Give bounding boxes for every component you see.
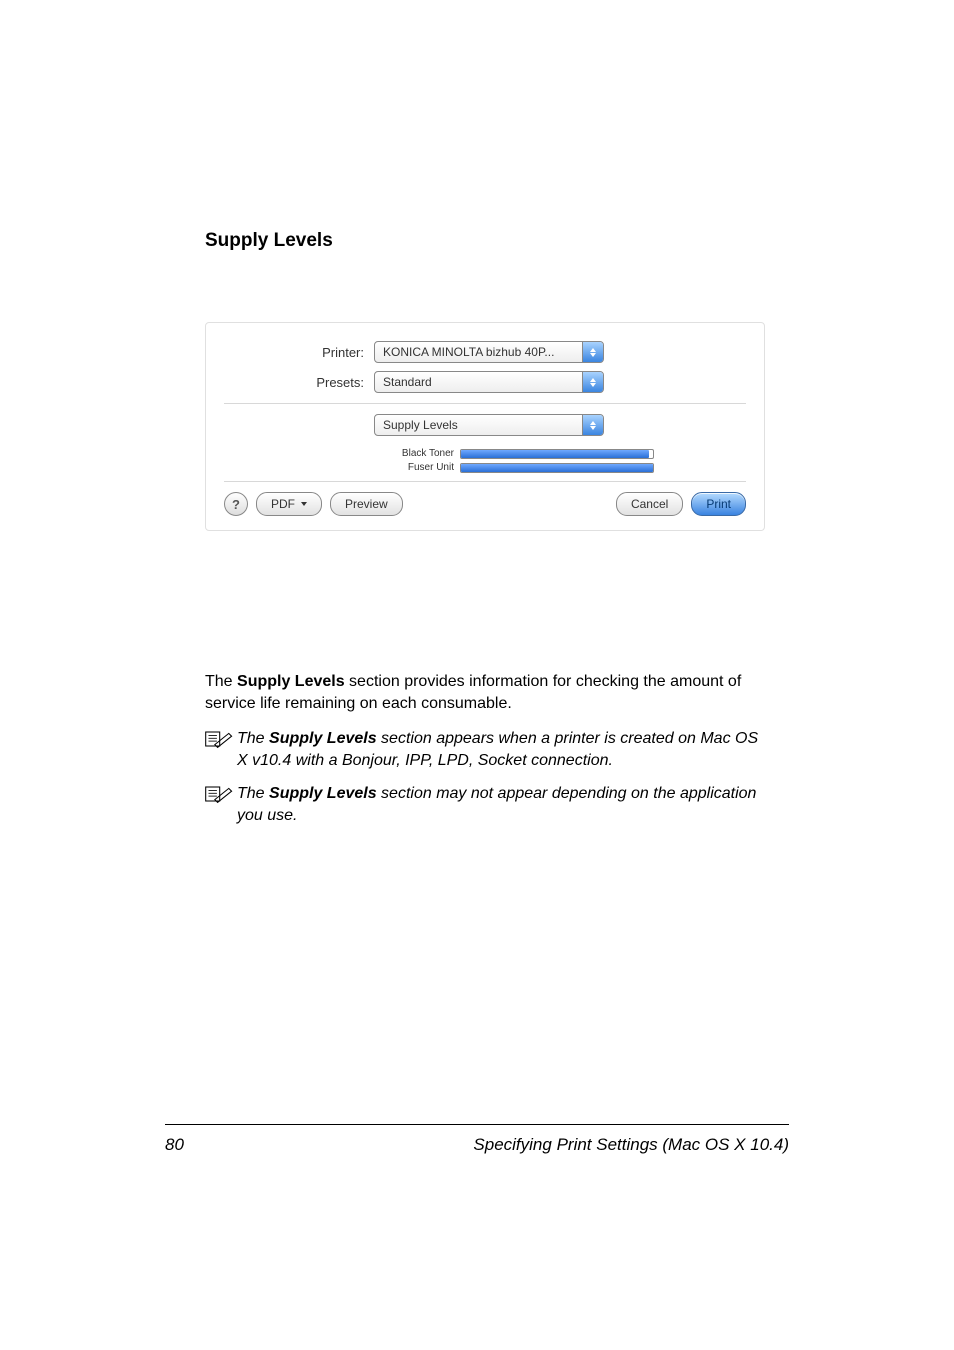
- cancel-button-label: Cancel: [631, 497, 668, 511]
- text-fragment: The: [237, 785, 269, 802]
- supply-bar: [460, 463, 654, 473]
- supply-label: Fuser Unit: [374, 462, 460, 473]
- pane-row: Supply Levels: [224, 410, 746, 440]
- preview-button-label: Preview: [345, 497, 388, 511]
- chevron-down-icon: [301, 502, 307, 506]
- note-icon: [205, 728, 237, 771]
- text-fragment: The: [237, 730, 269, 747]
- page-footer: 80 Specifying Print Settings (Mac OS X 1…: [165, 1124, 789, 1155]
- dropdown-arrows-icon: [582, 415, 603, 435]
- note-text: The Supply Levels section appears when a…: [237, 728, 765, 771]
- page-number: 80: [165, 1135, 184, 1155]
- presets-select-value: Standard: [383, 375, 432, 389]
- dropdown-arrows-icon: [582, 372, 603, 392]
- pane-select[interactable]: Supply Levels: [374, 414, 604, 436]
- supply-bar: [460, 449, 654, 459]
- text-bold: Supply Levels: [237, 673, 345, 690]
- pdf-button-label: PDF: [271, 497, 295, 511]
- note-text: The Supply Levels section may not appear…: [237, 783, 765, 826]
- text-bold: Supply Levels: [269, 730, 377, 747]
- body-text: The Supply Levels section provides infor…: [205, 671, 765, 827]
- print-button[interactable]: Print: [691, 492, 746, 516]
- supply-bar-fill: [461, 464, 653, 472]
- preview-button[interactable]: Preview: [330, 492, 403, 516]
- printer-select-value: KONICA MINOLTA bizhub 40P...: [383, 345, 554, 359]
- note-block: The Supply Levels section may not appear…: [205, 783, 765, 826]
- help-button[interactable]: ?: [224, 492, 248, 516]
- intro-paragraph: The Supply Levels section provides infor…: [205, 671, 765, 714]
- note-block: The Supply Levels section appears when a…: [205, 728, 765, 771]
- help-icon: ?: [232, 497, 240, 512]
- section-heading: Supply Levels: [205, 230, 765, 252]
- pdf-button[interactable]: PDF: [256, 492, 322, 516]
- print-dialog: Printer: KONICA MINOLTA bizhub 40P... Pr…: [205, 322, 765, 531]
- printer-label: Printer:: [224, 345, 374, 360]
- presets-select[interactable]: Standard: [374, 371, 604, 393]
- cancel-button[interactable]: Cancel: [616, 492, 683, 516]
- presets-label: Presets:: [224, 375, 374, 390]
- presets-row: Presets: Standard: [224, 367, 746, 404]
- supply-row: Black Toner: [374, 448, 654, 459]
- text-bold: Supply Levels: [269, 785, 377, 802]
- supply-label: Black Toner: [374, 448, 460, 459]
- print-button-label: Print: [706, 497, 731, 511]
- printer-select[interactable]: KONICA MINOLTA bizhub 40P...: [374, 341, 604, 363]
- supply-levels-block: Black Toner Fuser Unit: [374, 448, 654, 473]
- printer-row: Printer: KONICA MINOLTA bizhub 40P...: [224, 337, 746, 367]
- pane-select-value: Supply Levels: [383, 418, 458, 432]
- dialog-bottom-bar: ? PDF Preview Cancel Print: [224, 481, 746, 516]
- supply-row: Fuser Unit: [374, 462, 654, 473]
- footer-title: Specifying Print Settings (Mac OS X 10.4…: [473, 1135, 789, 1155]
- note-icon: [205, 783, 237, 826]
- supply-bar-fill: [461, 450, 649, 458]
- dropdown-arrows-icon: [582, 342, 603, 362]
- text-fragment: The: [205, 673, 237, 690]
